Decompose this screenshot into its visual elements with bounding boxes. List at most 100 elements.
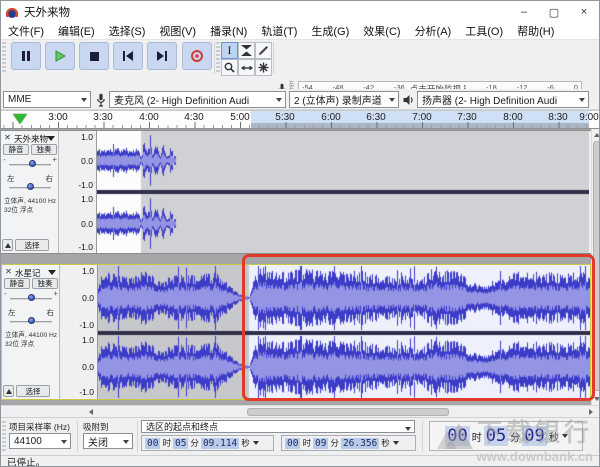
track-2-mute-button[interactable]: 静音 (4, 278, 30, 289)
stop-button[interactable] (79, 42, 109, 70)
scroll-right-icon[interactable] (589, 409, 593, 415)
pencil-icon (258, 45, 269, 56)
menu-help[interactable]: 帮助(H) (510, 23, 561, 39)
track-1-gain-thumb[interactable] (29, 160, 36, 167)
chevron-down-icon[interactable] (253, 441, 259, 445)
ruler-label: 5:00 (230, 112, 249, 123)
menu-effect[interactable]: 效果(C) (356, 23, 407, 39)
envelope-tool[interactable] (238, 42, 255, 59)
track-2-collapse-button[interactable] (3, 385, 14, 397)
track-1-control-panel: ✕ 天外来物 静音 独奏 - + 左 右 (1, 131, 59, 253)
selection-tool[interactable]: I (221, 42, 238, 59)
selection-range-mode-select[interactable]: 选区的起点和终点 (141, 420, 415, 433)
ruler-label: 8:00 (503, 112, 522, 123)
envelope-icon (241, 45, 252, 56)
tools-toolbar-grip[interactable] (216, 42, 220, 74)
timeline-pin-icon[interactable] (13, 114, 27, 124)
ruler-label: 7:00 (412, 112, 431, 123)
play-button[interactable] (45, 42, 75, 70)
scroll-up-icon[interactable] (594, 133, 600, 137)
track-1-select-button[interactable]: 选择 (15, 239, 49, 251)
app-icon (5, 5, 19, 19)
timeline-ruler[interactable]: 3:00 3:30 4:00 4:30 5:00 5:30 6:00 6:30 … (1, 110, 599, 129)
menu-tracks[interactable]: 轨道(T) (254, 23, 304, 39)
menu-analyze[interactable]: 分析(A) (408, 23, 459, 39)
horizontal-scrollbar[interactable] (1, 405, 600, 418)
ruler-label: 3:30 (93, 112, 112, 123)
track-2-waveform[interactable] (98, 265, 590, 399)
track-1-pan-slider[interactable] (9, 182, 51, 192)
timeshift-tool[interactable] (238, 59, 255, 76)
vertical-scrollbar[interactable] (591, 129, 600, 405)
project-rate-label: 项目采样率 (Hz) (9, 421, 70, 433)
track-2-close-icon[interactable]: ✕ (4, 267, 13, 276)
menu-tools[interactable]: 工具(O) (458, 23, 510, 39)
zoom-tool[interactable] (221, 59, 238, 76)
menu-file[interactable]: 文件(F) (1, 23, 51, 39)
maximize-button[interactable]: ▢ (539, 1, 569, 23)
track-area: ✕ 天外来物 静音 独奏 - + 左 右 (1, 129, 591, 405)
track-1-waveform[interactable] (97, 131, 589, 253)
recording-channels-select[interactable]: 2 (立体声) 录制声道 (289, 91, 399, 108)
ruler-label: 4:30 (184, 112, 203, 123)
track-2-gain-slider[interactable]: - + (10, 293, 52, 303)
skip-to-end-button[interactable] (147, 42, 177, 70)
snap-to-select[interactable]: 关闭 (83, 433, 133, 449)
selection-end-field[interactable]: 00时 09分 26.356秒 (281, 435, 416, 451)
audio-host-select[interactable]: MME (3, 91, 91, 108)
track-1-close-icon[interactable]: ✕ (3, 133, 12, 142)
track-2-menu-icon[interactable] (48, 270, 56, 275)
window-title: 天外来物 (24, 4, 70, 20)
track-2-gain-thumb[interactable] (28, 294, 35, 301)
menu-select[interactable]: 选择(S) (102, 23, 153, 39)
chevron-down-icon (405, 427, 411, 431)
ibeam-icon: I (228, 43, 232, 58)
track-1-menu-icon[interactable] (47, 136, 55, 141)
audacity-window: 天外来物 – ▢ × 文件(F) 编辑(E) 选择(S) 视图(V) 播录(N)… (0, 0, 600, 467)
scroll-left-icon[interactable] (89, 409, 93, 415)
playback-device-select[interactable]: 扬声器 (2- High Definition Audi (417, 91, 589, 108)
audio-position-display[interactable]: 00时 05分 09秒 (429, 421, 583, 451)
project-rate-select[interactable]: 44100 (9, 433, 71, 449)
track-1-solo-button[interactable]: 独奏 (31, 144, 57, 155)
menu-view[interactable]: 视图(V) (152, 23, 203, 39)
track-2-select-button[interactable]: 选择 (16, 385, 50, 397)
track-2-solo-button[interactable]: 独奏 (32, 278, 58, 289)
track-2-pan-slider[interactable] (10, 316, 52, 326)
track-1-collapse-button[interactable] (2, 239, 13, 251)
recording-device-select[interactable]: 麦克风 (2- High Definition Audi (109, 91, 286, 108)
asterisk-icon (258, 62, 269, 73)
input-device-mic-icon (96, 93, 106, 107)
track-1-pan-thumb[interactable] (27, 183, 34, 190)
track-1-gain-slider[interactable]: - + (9, 159, 51, 169)
track-1-mute-button[interactable]: 静音 (3, 144, 29, 155)
status-text: 已停止。 (7, 455, 45, 467)
menu-transport[interactable]: 播录(N) (203, 23, 254, 39)
selection-start-field[interactable]: 00时 05分 09.114秒 (141, 435, 274, 451)
ruler-label: 3:00 (48, 112, 67, 123)
menu-edit[interactable]: 编辑(E) (51, 23, 102, 39)
chevron-down-icon (61, 440, 67, 444)
multi-tool[interactable] (255, 59, 272, 76)
track-2-vertical-scale: 1.0 0.0 -1.0 1.0 0.0 -1.0 (60, 265, 98, 399)
pause-button[interactable] (11, 42, 41, 70)
vertical-scrollbar-thumb[interactable] (593, 141, 600, 391)
track-2-pan-thumb[interactable] (28, 317, 35, 324)
menu-generate[interactable]: 生成(G) (304, 23, 356, 39)
device-toolbar: MME 麦克风 (2- High Definition Audi 2 (立体声)… (1, 89, 599, 110)
horizontal-scrollbar-thumb[interactable] (247, 408, 449, 416)
draw-tool[interactable] (255, 42, 272, 59)
scroll-down-icon[interactable] (594, 397, 600, 401)
chevron-down-icon[interactable] (393, 441, 399, 445)
status-bar: 已停止。 (1, 455, 599, 467)
selection-toolbar: 项目采样率 (Hz) 44100 吸附到 关闭 选区的起点和终点 00时 05分… (1, 418, 599, 455)
chevron-down-icon (389, 98, 395, 102)
close-button[interactable]: × (569, 1, 599, 23)
record-button[interactable] (182, 42, 212, 70)
skip-to-start-button[interactable] (113, 42, 143, 70)
transport-toolbar-grip[interactable] (2, 42, 6, 72)
chevron-down-icon[interactable] (562, 434, 568, 438)
magnifier-icon (224, 62, 235, 73)
toolbars: I 左 右 -54-48-42-36-30-24-18-12-60 点击开始监视 (1, 40, 599, 89)
minimize-button[interactable]: – (509, 1, 539, 23)
